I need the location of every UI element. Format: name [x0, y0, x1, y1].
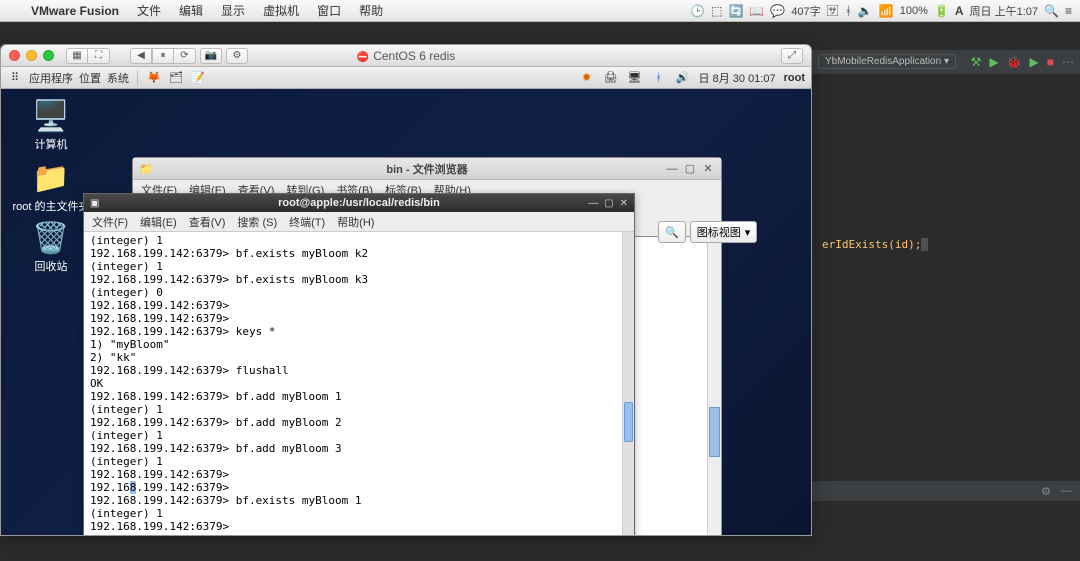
t-help[interactable]: 帮助(H) [337, 214, 374, 230]
vmware-titlebar[interactable]: ▦ ⛶ ◀ ⏸ ⟳ 📷 ⚙ CentOS 6 redis ⤢ [1, 45, 811, 67]
vm-settings-icon[interactable]: ⚙ [226, 48, 248, 64]
printer-icon[interactable]: 🖨 [603, 70, 619, 86]
wifi-icon[interactable]: 📶 [879, 4, 894, 18]
menu-window[interactable]: 窗口 [308, 2, 350, 19]
run-config-dropdown[interactable]: YbMobileRedisApplication ▾ [818, 54, 956, 69]
scroll-thumb[interactable] [624, 402, 633, 442]
panel-user[interactable]: root [784, 72, 805, 84]
file-browser-titlebar[interactable]: 📁 bin - 文件浏览器 — ▢ ✕ [133, 158, 721, 180]
vmware-window: ▦ ⛶ ◀ ⏸ ⟳ 📷 ⚙ CentOS 6 redis ⤢ ⠿ 应用程序 位置… [0, 44, 812, 536]
tray-icon[interactable]: 🔄 [728, 4, 743, 18]
file-browser-toolbar: 🔍 图标视图 ▾ [658, 221, 757, 243]
code-fragment: erIdExists(id); [822, 238, 921, 251]
note-icon[interactable]: 📝 [190, 70, 206, 86]
panel-apps[interactable]: 应用程序 [29, 70, 73, 86]
gear-icon[interactable]: ⚙ [1041, 485, 1051, 498]
desktop-home-icon[interactable]: 📁root 的主文件夹 [11, 161, 91, 214]
terminal-menubar: 文件(F) 编辑(E) 查看(V) 搜索 (S) 终端(T) 帮助(H) [84, 212, 634, 232]
network-icon[interactable]: 🖥 [627, 70, 643, 86]
menu-file[interactable]: 文件 [128, 2, 170, 19]
menu-edit[interactable]: 编辑 [170, 2, 212, 19]
vm-back-icon[interactable]: ◀ [130, 48, 152, 64]
firefox-icon[interactable]: 🦊 [146, 70, 162, 86]
app-menu[interactable]: VMware Fusion [22, 4, 128, 18]
icon-label: root 的主文件夹 [12, 201, 89, 213]
menu-help[interactable]: 帮助 [350, 2, 392, 19]
menu-view[interactable]: 显示 [212, 2, 254, 19]
vm-fullscreen-icon[interactable]: ⛶ [88, 48, 110, 64]
terminal-scrollbar[interactable] [622, 232, 634, 536]
zoom-icon[interactable] [43, 50, 54, 61]
menu-vm[interactable]: 虚拟机 [254, 2, 308, 19]
separator [137, 71, 138, 85]
input-icon[interactable]: 🈂 [827, 2, 839, 19]
terminal-window[interactable]: ▣ root@apple:/usr/local/redis/bin — ▢ ✕ … [83, 193, 635, 536]
clock: 周日 上午1:07 [970, 3, 1038, 19]
window-title: bin - 文件浏览器 [133, 161, 721, 177]
spotlight-icon[interactable]: 🔍 [1044, 4, 1059, 18]
panel-places[interactable]: 位置 [79, 70, 101, 86]
view-mode-dropdown[interactable]: 图标视图 ▾ [690, 221, 758, 243]
scroll-thumb[interactable] [709, 407, 720, 457]
battery-icon[interactable]: 🔋 [934, 4, 949, 18]
coverage-icon[interactable]: ▶ [1030, 55, 1039, 69]
a-icon[interactable]: A [955, 4, 964, 18]
battery-pct: 100% [900, 5, 928, 17]
minimize-icon[interactable] [26, 50, 37, 61]
traffic-lights [9, 50, 54, 61]
tray-icon[interactable]: 📖 [749, 4, 764, 18]
vm-pause-icon[interactable]: ⏸ [152, 48, 174, 64]
t-view[interactable]: 查看(V) [189, 214, 226, 230]
debug-icon[interactable]: 🐞 [1007, 55, 1022, 69]
desktop-computer-icon[interactable]: 🖥️计算机 [19, 99, 83, 152]
close-icon[interactable] [9, 50, 20, 61]
more-icon[interactable]: ⋯ [1062, 55, 1074, 69]
bluetooth-icon[interactable]: ᚼ [651, 70, 667, 86]
file-manager-icon[interactable]: 🗂 [168, 70, 184, 86]
update-icon[interactable]: ✹ [579, 70, 595, 86]
tray-icon[interactable]: ⬚ [711, 4, 722, 18]
stop-icon[interactable]: ■ [1047, 55, 1054, 69]
zoom-button[interactable]: 🔍 [658, 221, 686, 243]
panel-clock[interactable]: 日 8月 30 01:07 [699, 70, 776, 86]
terminal-output[interactable]: (integer) 1 192.168.199.142:6379> bf.exi… [84, 232, 622, 536]
gnome-panel: ⠿ 应用程序 位置 系统 🦊 🗂 📝 ✹ 🖨 🖥 ᚼ 🔊 日 8月 30 01:… [1, 67, 811, 89]
minimize-panel-icon[interactable]: — [1061, 485, 1072, 497]
run-icon[interactable]: ▶ [989, 55, 998, 69]
panel-grip-icon[interactable]: ⠿ [7, 70, 23, 86]
icon-label: 计算机 [35, 139, 68, 151]
ide-statusbar: ⚙ — [812, 481, 1080, 501]
vm-snapshot-icon[interactable]: 📷 [200, 48, 222, 64]
t-search[interactable]: 搜索 (S) [237, 214, 277, 230]
volume-icon[interactable]: 🔊 [675, 70, 691, 86]
vol-icon[interactable]: 🔈 [858, 4, 873, 18]
bt-icon[interactable]: ᚼ [845, 4, 852, 18]
guest-desktop[interactable]: 🖥️计算机 📁root 的主文件夹 🗑️回收站 📁 bin - 文件浏览器 — … [1, 89, 811, 535]
terminal-titlebar[interactable]: ▣ root@apple:/usr/local/redis/bin — ▢ ✕ [84, 194, 634, 212]
desktop-trash-icon[interactable]: 🗑️回收站 [19, 221, 83, 274]
vm-sidebar-icon[interactable]: ▦ [66, 48, 88, 64]
vm-reset-icon[interactable]: ⟳ [174, 48, 196, 64]
wechat-icon[interactable]: 💬 [770, 4, 785, 18]
file-browser-scrollbar[interactable] [707, 237, 721, 536]
panel-system[interactable]: 系统 [107, 70, 129, 86]
t-edit[interactable]: 编辑(E) [140, 214, 177, 230]
vm-expand-icon[interactable]: ⤢ [781, 48, 803, 64]
t-file[interactable]: 文件(F) [92, 214, 128, 230]
vm-title: CentOS 6 redis [1, 49, 811, 63]
hammer-icon[interactable]: ⚒ [971, 55, 982, 69]
window-title: root@apple:/usr/local/redis/bin [84, 197, 634, 209]
menubar-right: 🕒 ⬚ 🔄 📖 💬 407字 🈂 ᚼ 🔈 📶 100% 🔋 A 周日 上午1:0… [690, 2, 1080, 19]
ide-toolbar: ⚒ ▶ 🐞 ▶ ■ ⋯ [971, 50, 1074, 74]
icon-label: 回收站 [35, 261, 68, 273]
mac-menubar: VMware Fusion 文件 编辑 显示 虚拟机 窗口 帮助 🕒 ⬚ 🔄 📖… [0, 0, 1080, 22]
t-term[interactable]: 终端(T) [289, 214, 325, 230]
char-count: 407字 [791, 3, 820, 19]
tray-icon[interactable]: 🕒 [690, 4, 705, 18]
notif-icon[interactable]: ≡ [1065, 4, 1072, 18]
